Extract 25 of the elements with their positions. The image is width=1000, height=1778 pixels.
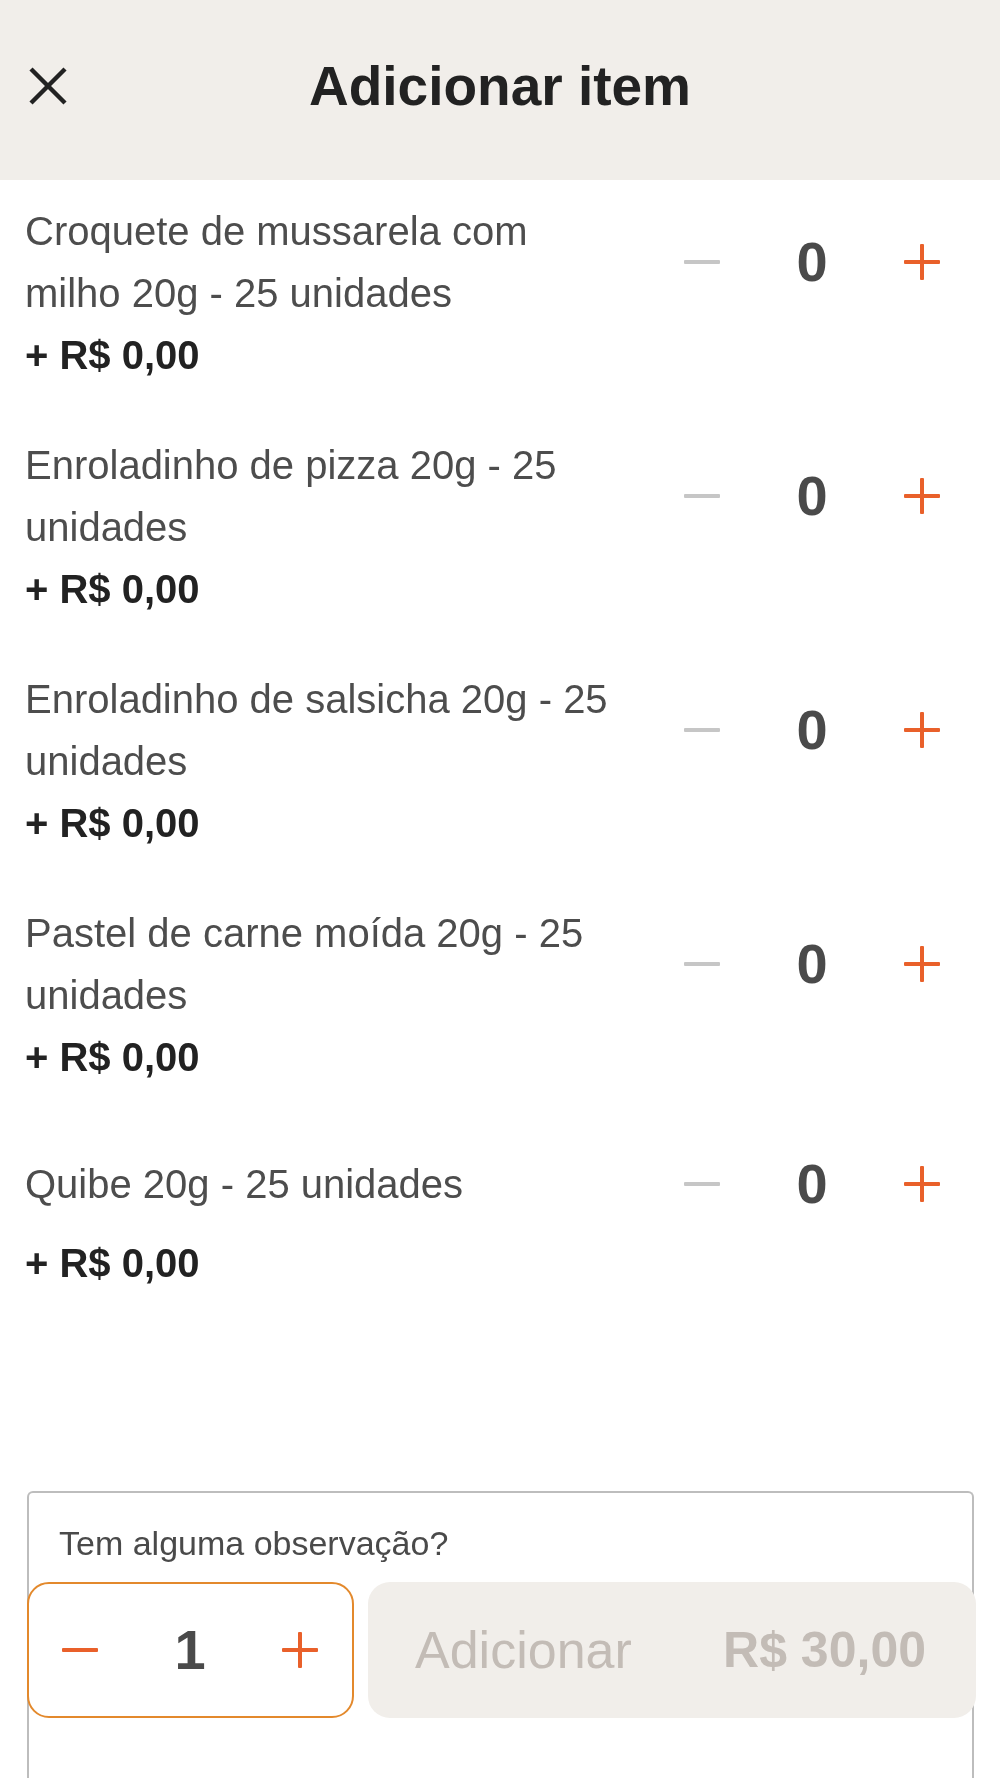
item-name: Pastel de carne moída 20g - 25 unidades bbox=[25, 910, 585, 1019]
item-price: + R$ 0,00 bbox=[25, 800, 201, 847]
plus-icon bbox=[904, 946, 940, 982]
item-name: Enroladinho de salsicha 20g - 25 unidades bbox=[25, 676, 609, 785]
quantity-value: 0 bbox=[795, 234, 829, 290]
item-price: + R$ 0,00 bbox=[25, 566, 201, 613]
item-name: Enroladinho de pizza 20g - 25 unidades bbox=[25, 442, 558, 551]
plus-icon bbox=[904, 1166, 940, 1202]
page-title: Adicionar item bbox=[309, 54, 691, 119]
plus-icon bbox=[904, 712, 940, 748]
quantity-value: 0 bbox=[795, 936, 829, 992]
close-icon bbox=[28, 66, 68, 106]
quantity-value: 0 bbox=[795, 468, 829, 524]
quantity-value: 0 bbox=[795, 1156, 829, 1212]
plus-icon bbox=[904, 478, 940, 514]
item-name: Quibe 20g - 25 unidades bbox=[25, 1161, 465, 1208]
plus-icon bbox=[282, 1632, 318, 1668]
item-price: + R$ 0,00 bbox=[25, 1240, 201, 1287]
quantity-value: 0 bbox=[795, 702, 829, 758]
plus-icon bbox=[904, 244, 940, 280]
item-price: + R$ 0,00 bbox=[25, 332, 201, 379]
item-price: + R$ 0,00 bbox=[25, 1034, 201, 1081]
observation-field[interactable]: Tem alguma observação? bbox=[27, 1491, 974, 1580]
item-name: Croquete de mussarela com milho 20g - 25 unidades bbox=[25, 208, 529, 317]
quantity-value: 1 bbox=[173, 1622, 207, 1678]
